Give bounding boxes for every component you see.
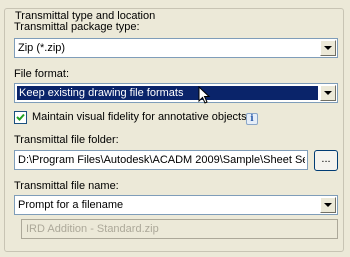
file-format-dropdown[interactable]: Keep existing drawing file formats xyxy=(14,83,338,103)
fidelity-label: Maintain visual fidelity for annotative … xyxy=(32,111,247,123)
file-name-preview: IRD Addition - Standard.zip xyxy=(21,219,338,239)
fidelity-checkbox[interactable] xyxy=(14,111,27,124)
checkmark-icon xyxy=(16,113,25,121)
folder-value: D:\Program Files\Autodesk\ACADM 2009\Sam… xyxy=(18,154,305,166)
mouse-cursor-icon xyxy=(198,86,211,104)
package-type-label: Transmittal package type: xyxy=(14,21,140,33)
browse-button[interactable]: ... xyxy=(314,150,338,171)
folder-label: Transmittal file folder: xyxy=(14,134,119,146)
file-name-value: Prompt for a filename xyxy=(18,199,124,211)
file-name-dropdown[interactable]: Prompt for a filename xyxy=(14,195,338,215)
package-type-dropdown[interactable]: Zip (*.zip) xyxy=(14,38,338,58)
folder-input[interactable]: D:\Program Files\Autodesk\ACADM 2009\Sam… xyxy=(14,150,308,170)
chevron-down-icon[interactable] xyxy=(320,40,336,56)
package-type-value: Zip (*.zip) xyxy=(18,42,66,54)
file-format-label: File format: xyxy=(14,68,70,80)
file-name-label: Transmittal file name: xyxy=(14,180,119,192)
file-format-value: Keep existing drawing file formats xyxy=(17,86,318,100)
chevron-down-icon[interactable] xyxy=(320,197,336,213)
info-icon[interactable]: i xyxy=(246,113,258,125)
file-name-preview-text: IRD Addition - Standard.zip xyxy=(26,223,159,235)
chevron-down-icon[interactable] xyxy=(320,85,336,101)
